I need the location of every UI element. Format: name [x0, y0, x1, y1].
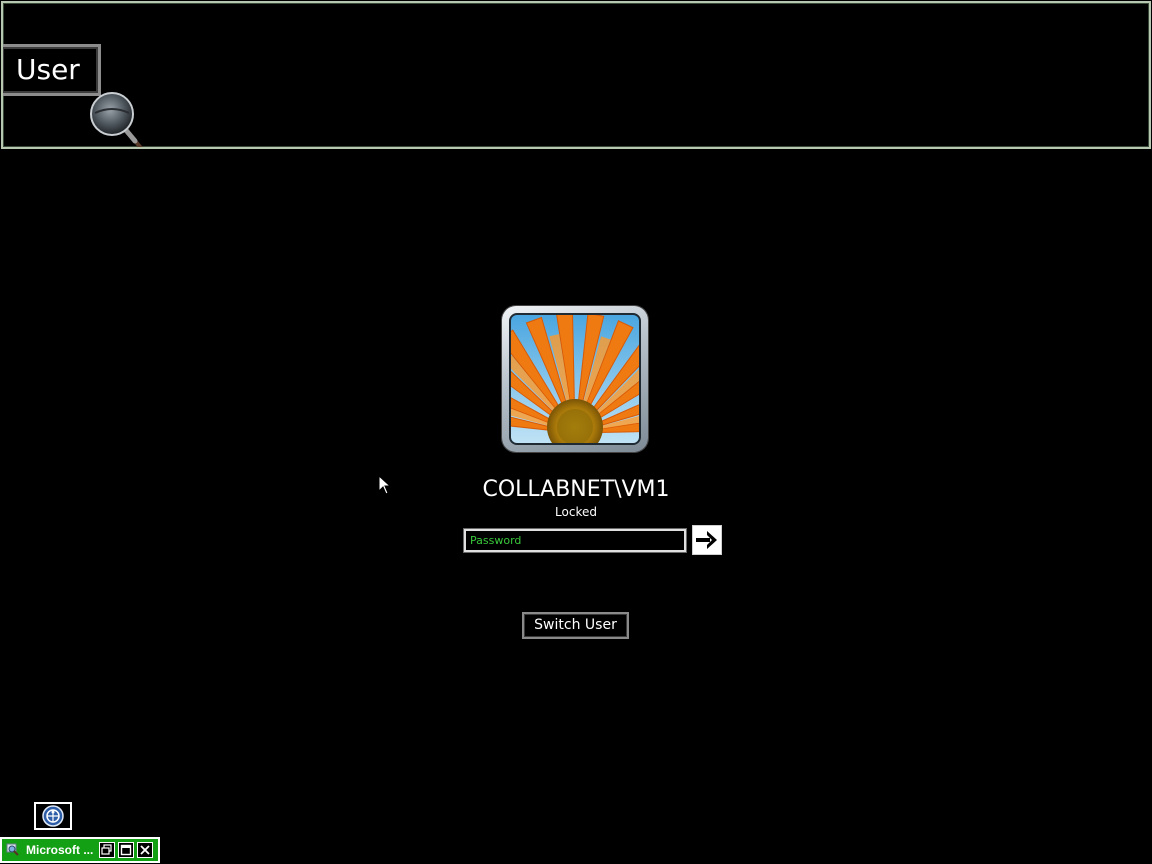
ease-of-access-icon	[42, 805, 64, 827]
orange-flower-picture	[511, 315, 639, 443]
minimized-window-title: Microsoft ...	[26, 843, 94, 857]
magnifier-window: User	[1, 1, 1151, 149]
maximize-button[interactable]	[118, 842, 134, 858]
arrow-right-icon	[696, 531, 717, 549]
switch-user-button[interactable]: Switch User	[522, 612, 629, 639]
magnifier-app-icon	[6, 843, 19, 856]
username-label: COLLABNET\VM1	[482, 477, 670, 502]
maximize-icon	[120, 844, 132, 856]
magnified-switch-user-button: User	[3, 44, 101, 96]
magnifying-glass-icon	[90, 92, 143, 147]
avatar	[509, 313, 641, 445]
restore-button[interactable]	[99, 842, 115, 858]
close-icon	[140, 845, 150, 855]
ease-of-access-button[interactable]	[34, 802, 72, 830]
submit-arrow-button[interactable]	[692, 525, 722, 555]
minimized-magnifier-window[interactable]: Microsoft ...	[0, 837, 160, 863]
lock-status-label: Locked	[555, 505, 597, 519]
close-button[interactable]	[137, 842, 153, 858]
user-avatar-frame	[502, 306, 648, 452]
mouse-cursor-icon	[378, 475, 392, 495]
logon-screen: User COLLABNET\VM1 Locked Switch User Mi…	[0, 0, 1152, 864]
restore-icon	[101, 844, 112, 855]
password-field[interactable]	[464, 529, 686, 552]
